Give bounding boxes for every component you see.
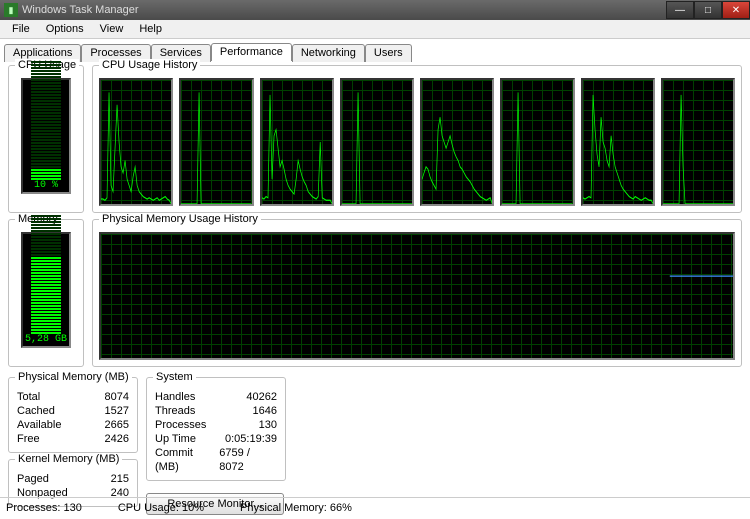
sys-uptime-v: 0:05:19:39 <box>225 432 277 446</box>
pm-total-k: Total <box>17 390 40 404</box>
app-icon: ▮ <box>4 3 18 17</box>
menu-file[interactable]: File <box>4 21 38 37</box>
cpu-core-chart-3 <box>340 78 414 206</box>
sys-threads-k: Threads <box>155 404 195 418</box>
maximize-button[interactable]: □ <box>694 1 722 19</box>
tab-performance[interactable]: Performance <box>211 43 292 61</box>
status-bar: Processes: 130 CPU Usage: 10% Physical M… <box>0 497 750 517</box>
title-bar: ▮ Windows Task Manager — □ ✕ <box>0 0 750 20</box>
sys-threads-v: 1646 <box>253 404 277 418</box>
cpu-core-chart-7 <box>661 78 735 206</box>
sys-proc-v: 130 <box>259 418 277 432</box>
sys-proc-k: Processes <box>155 418 206 432</box>
cpu-usage-group: CPU Usage 10 % <box>8 65 84 213</box>
km-paged-v: 215 <box>111 472 129 486</box>
sys-uptime-k: Up Time <box>155 432 196 446</box>
sys-handles-k: Handles <box>155 390 195 404</box>
cpu-gauge-text: 10 % <box>23 180 69 191</box>
pm-free-v: 2426 <box>105 432 129 446</box>
cpu-core-chart-6 <box>581 78 655 206</box>
status-cpu: CPU Usage: 10% <box>118 502 234 514</box>
pm-cached-k: Cached <box>17 404 55 418</box>
sys-commit-v: 6759 / 8072 <box>219 446 277 474</box>
close-button[interactable]: ✕ <box>722 1 750 19</box>
cpu-core-chart-5 <box>500 78 574 206</box>
memory-history-group: Physical Memory Usage History <box>92 219 742 367</box>
cpu-core-chart-2 <box>260 78 334 206</box>
pm-cached-v: 1527 <box>105 404 129 418</box>
km-title: Kernel Memory (MB) <box>15 453 122 465</box>
cpu-core-chart-0 <box>99 78 173 206</box>
sys-title: System <box>153 371 196 383</box>
menu-bar: File Options View Help <box>0 20 750 39</box>
cpu-history-group: CPU Usage History <box>92 65 742 213</box>
pm-avail-v: 2665 <box>105 418 129 432</box>
status-memory: Physical Memory: 66% <box>240 502 382 514</box>
menu-view[interactable]: View <box>92 21 132 37</box>
performance-panel: CPU Usage 10 % CPU Usage History Memory … <box>4 61 746 519</box>
tab-networking[interactable]: Networking <box>292 44 365 62</box>
tab-users[interactable]: Users <box>365 44 412 62</box>
menu-help[interactable]: Help <box>131 21 170 37</box>
memory-group: Memory 5,28 GB <box>8 219 84 367</box>
minimize-button[interactable]: — <box>666 1 694 19</box>
cpu-core-chart-4 <box>420 78 494 206</box>
menu-options[interactable]: Options <box>38 21 92 37</box>
cpu-history-label: CPU Usage History <box>99 59 200 71</box>
phys-mem-title: Physical Memory (MB) <box>15 371 132 383</box>
pm-free-k: Free <box>17 432 40 446</box>
memory-gauge-text: 5,28 GB <box>23 334 69 345</box>
system-stats: System Handles40262 Threads1646 Processe… <box>146 377 286 481</box>
pm-avail-k: Available <box>17 418 61 432</box>
physical-memory-stats: Physical Memory (MB) Total8074 Cached152… <box>8 377 138 453</box>
sys-handles-v: 40262 <box>246 390 277 404</box>
cpu-core-chart-1 <box>179 78 253 206</box>
memory-history-chart <box>99 232 735 360</box>
status-processes: Processes: 130 <box>6 502 112 514</box>
sys-commit-k: Commit (MB) <box>155 446 219 474</box>
window-title: Windows Task Manager <box>22 4 139 16</box>
tab-row: Applications Processes Services Performa… <box>0 39 750 61</box>
pm-total-v: 8074 <box>105 390 129 404</box>
km-paged-k: Paged <box>17 472 49 486</box>
cpu-gauge: 10 % <box>21 78 71 194</box>
memory-gauge: 5,28 GB <box>21 232 71 348</box>
memory-history-label: Physical Memory Usage History <box>99 213 261 225</box>
